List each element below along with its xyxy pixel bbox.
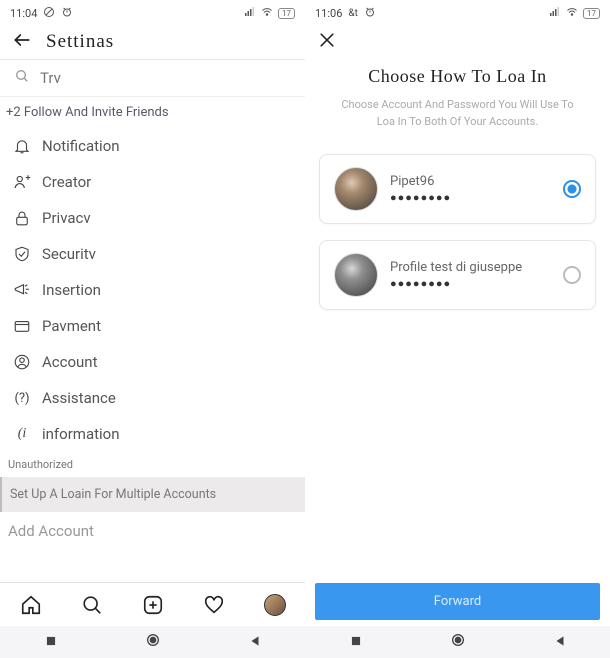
right-screen: 11:06 &t 17 Choose How To Loa In Choose … [305,0,610,658]
account-name: Profile test di giuseppe [390,260,551,275]
sys-recents[interactable] [44,633,58,652]
alarm-icon [61,6,73,21]
alarm-icon [364,6,376,21]
info-icon: (i [12,424,32,444]
settings-item-creator[interactable]: Creator [0,164,305,200]
settings-label: information [42,425,120,443]
bluetooth-icon: &t [348,8,358,19]
lock-icon [12,208,32,228]
search-input[interactable] [40,69,291,87]
megaphone-icon [12,280,32,300]
radio-selected[interactable] [563,180,581,198]
settings-list: Notification Creator Privacv Securitv In… [0,128,305,582]
sys-back[interactable] [248,633,262,652]
status-bar: 11:04 17 [0,0,305,24]
invite-friends-link[interactable]: +2 Follow And Invite Friends [0,97,305,128]
avatar [334,253,378,297]
wifi-icon [565,6,579,21]
settings-label: Creator [42,173,91,191]
avatar [334,167,378,211]
dnd-icon [43,6,55,21]
forward-button[interactable]: Forward [315,583,600,620]
account-option-2[interactable]: Profile test di giuseppe ●●●●●●●● [319,240,596,310]
settings-item-insertion[interactable]: Insertion [0,272,305,308]
add-account[interactable]: Add Account [0,512,305,550]
status-time: 11:04 [10,7,37,20]
add-post-icon[interactable] [142,594,164,616]
system-nav [0,626,305,658]
sys-home[interactable] [145,632,161,652]
settings-item-assistance[interactable]: (?) Assistance [0,380,305,416]
settings-label: Assistance [42,389,116,407]
battery-icon: 17 [278,8,295,19]
header: Settinas [0,24,305,60]
close-row [305,24,610,60]
battery-icon: 17 [583,8,600,19]
signal-icon [549,6,561,21]
profile-avatar[interactable] [264,594,286,616]
bottom-nav [0,582,305,626]
settings-label: Account [42,353,98,371]
wifi-icon [260,6,274,21]
back-icon[interactable] [12,30,32,54]
settings-label: Pavment [42,317,101,335]
sys-recents[interactable] [349,633,363,652]
choose-title: Choose How To Loa In [305,66,610,87]
left-screen: 11:04 17 Settinas +2 Fol [0,0,305,658]
search-row[interactable] [0,60,305,97]
settings-label: Securitv [42,245,96,263]
settings-item-account[interactable]: Account [0,344,305,380]
radio-unselected[interactable] [563,266,581,284]
settings-item-information[interactable]: (i information [0,416,305,452]
system-nav [305,626,610,658]
account-password-mask: ●●●●●●●● [390,191,551,204]
settings-label: Notification [42,137,120,155]
sys-back[interactable] [553,633,567,652]
close-icon[interactable] [317,30,337,54]
signal-icon [244,6,256,21]
shield-icon [12,244,32,264]
account-icon [12,352,32,372]
settings-item-payment[interactable]: Pavment [0,308,305,344]
creator-icon [12,172,32,192]
card-icon [12,316,32,336]
choose-subtitle: Choose Account And Password You Will Use… [323,97,592,130]
multi-account-login[interactable]: Set Up A Loain For Multiple Accounts [0,477,305,512]
page-title: Settinas [46,31,114,53]
help-icon: (?) [12,388,32,408]
bell-icon [12,136,32,156]
search-icon [14,68,30,88]
settings-item-notification[interactable]: Notification [0,128,305,164]
settings-item-security[interactable]: Securitv [0,236,305,272]
account-option-1[interactable]: Pipet96 ●●●●●●●● [319,154,596,224]
section-unauthorized: Unauthorized [0,452,305,477]
sys-home[interactable] [450,632,466,652]
search-nav-icon[interactable] [81,594,103,616]
status-time: 11:06 [315,7,342,20]
settings-label: Insertion [42,281,101,299]
home-icon[interactable] [20,594,42,616]
account-name: Pipet96 [390,174,551,189]
settings-label: Privacv [42,209,91,227]
settings-item-privacy[interactable]: Privacv [0,200,305,236]
status-bar: 11:06 &t 17 [305,0,610,24]
heart-icon[interactable] [203,594,225,616]
account-password-mask: ●●●●●●●● [390,277,551,290]
